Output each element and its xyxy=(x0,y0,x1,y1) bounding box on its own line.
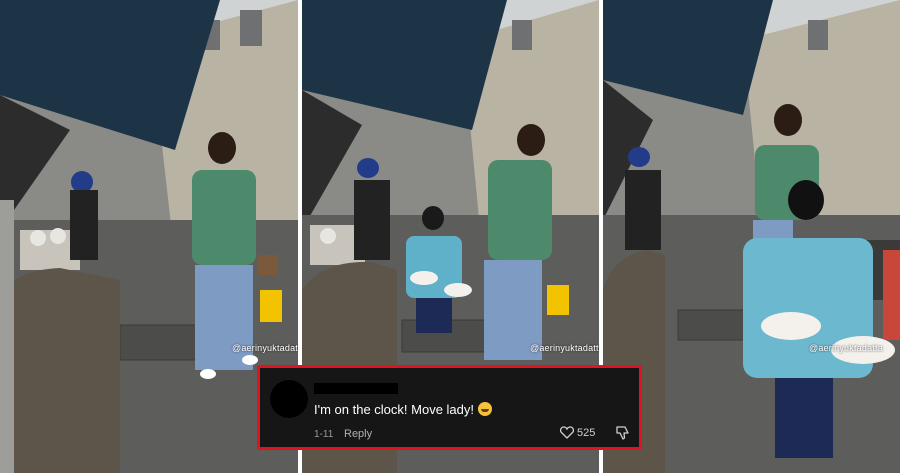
dislike-button[interactable] xyxy=(616,426,629,445)
like-button[interactable]: 525 xyxy=(560,426,595,439)
metal-barrel xyxy=(0,268,120,473)
yellow-stool xyxy=(547,285,569,315)
yellow-stool xyxy=(260,290,282,322)
avatar[interactable] xyxy=(270,380,308,418)
comment-date: 1-11 xyxy=(314,429,334,440)
watermark: @aerinyuktadatta xyxy=(809,343,883,353)
comment-text: I'm on the clock! Move lady! xyxy=(314,402,492,417)
like-count: 525 xyxy=(577,426,596,439)
reply-button[interactable]: Reply xyxy=(344,428,372,440)
watermark: @aerinyuktadatta xyxy=(530,343,599,353)
watermark: @aerinyuktadatta xyxy=(232,343,298,353)
redacted-username xyxy=(314,383,398,394)
thumbs-down-icon xyxy=(616,426,629,440)
alley-scene-1 xyxy=(0,0,298,473)
photo-panel-3: @aerinyuktadatta xyxy=(603,0,900,473)
comment-body: I'm on the clock! Move lady! xyxy=(314,402,474,417)
alley-scene-3 xyxy=(603,0,900,473)
laughing-face-icon xyxy=(478,402,492,416)
heart-icon xyxy=(560,426,574,439)
photo-panel-1: @aerinyuktadatta xyxy=(0,0,298,473)
comment-card: I'm on the clock! Move lady! 1-11 Reply … xyxy=(257,365,642,450)
